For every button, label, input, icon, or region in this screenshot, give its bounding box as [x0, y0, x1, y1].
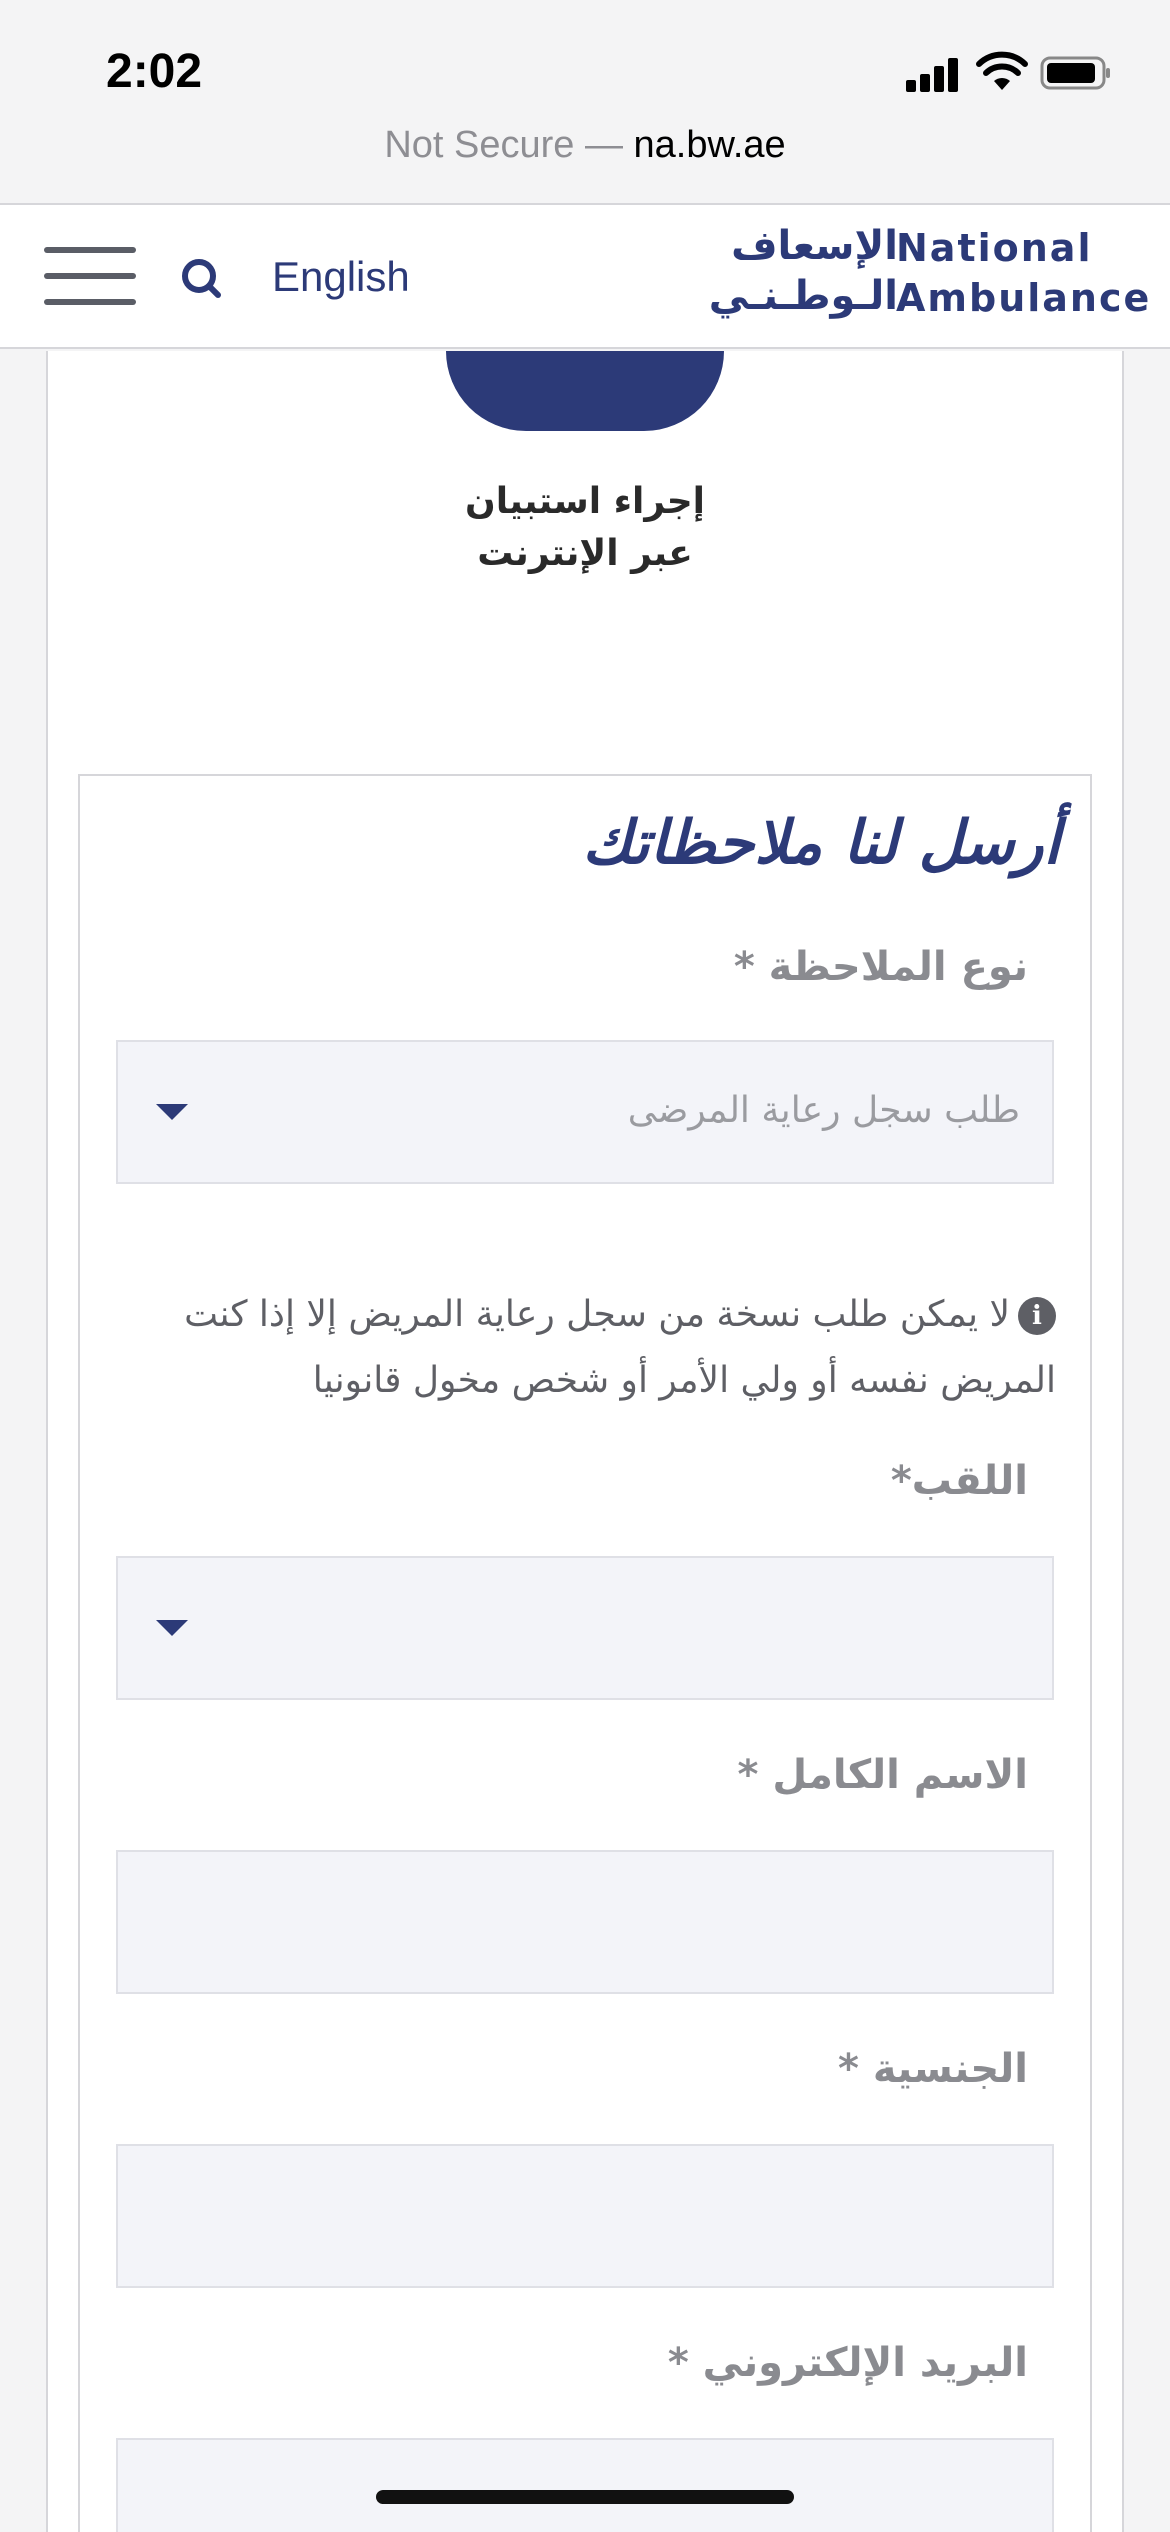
home-indicator[interactable]: [376, 2490, 794, 2504]
patient-record-notice: iلا يمكن طلب نسخة من سجل رعاية المريض إل…: [112, 1282, 1056, 1414]
online-survey-label[interactable]: إجراء استبيان عبر الإنترنت: [385, 476, 785, 580]
battery-icon: [1040, 56, 1110, 90]
nationality-input[interactable]: [116, 2144, 1054, 2288]
title-label: اللقب*: [890, 1458, 1028, 1504]
survey-label-line1: إجراء استبيان: [464, 481, 706, 522]
email-input[interactable]: [116, 2438, 1054, 2532]
full-name-input[interactable]: [116, 1850, 1054, 1994]
logo-en-line1: National: [896, 226, 1093, 270]
site-header: English الإسعاف الـوطـنـي National Ambul…: [0, 203, 1170, 349]
full-name-label: الاسم الكامل *: [737, 1752, 1028, 1798]
info-icon: i: [1018, 1297, 1056, 1335]
logo-arabic-text: الإسعاف الـوطـنـي: [658, 221, 898, 321]
search-icon[interactable]: [180, 257, 222, 299]
note-type-selected-value: طلب سجل رعاية المرضى: [627, 1090, 1020, 1131]
wifi-icon: [976, 51, 1028, 90]
dropdown-caret-icon: [156, 1104, 188, 1120]
title-select[interactable]: [116, 1556, 1054, 1700]
form-title: أرسل لنا ملاحظاتك: [582, 808, 1060, 878]
status-time: 2:02: [106, 45, 203, 98]
note-type-select[interactable]: طلب سجل رعاية المرضى: [116, 1040, 1054, 1184]
cellular-signal-icon: [906, 56, 962, 92]
email-label: البريد الإلكتروني *: [667, 2340, 1028, 2386]
logo-english-text: National Ambulance: [896, 223, 1152, 323]
online-survey-circle-icon[interactable]: [446, 351, 724, 431]
logo-en-line2: Ambulance: [896, 276, 1152, 320]
note-type-label: نوع الملاحظة *: [733, 944, 1028, 990]
notice-text: لا يمكن طلب نسخة من سجل رعاية المريض إلا…: [184, 1294, 1056, 1401]
logo-ar-line2: الـوطـنـي: [708, 273, 898, 319]
url-bar[interactable]: Not Secure — na.bw.ae: [0, 124, 1170, 167]
hamburger-menu-icon[interactable]: [44, 247, 136, 305]
url-domain: na.bw.ae: [633, 124, 786, 166]
nationality-label: الجنسية *: [837, 2046, 1028, 2092]
logo-ar-line1: الإسعاف: [731, 223, 898, 269]
dropdown-caret-icon: [156, 1620, 188, 1636]
language-switch-link[interactable]: English: [272, 253, 410, 301]
not-secure-label: Not Secure —: [384, 124, 634, 166]
national-ambulance-logo[interactable]: الإسعاف الـوطـنـي National Ambulance: [668, 221, 1152, 331]
survey-label-line2: عبر الإنترنت: [477, 533, 693, 574]
status-bar: 2:02 Not Secure — na.bw.ae: [0, 0, 1170, 166]
